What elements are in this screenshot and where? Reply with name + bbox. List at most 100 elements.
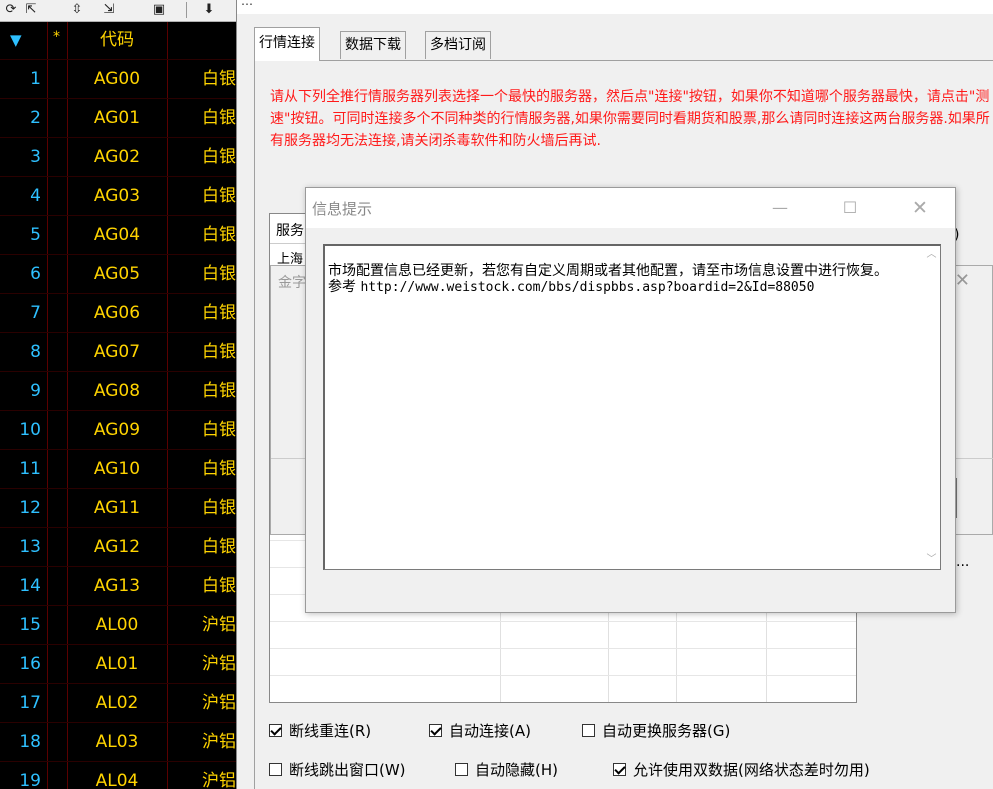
row-star	[47, 216, 67, 255]
table-row[interactable]: 5 AG04 白银	[0, 215, 236, 254]
row-name: 沪铝	[202, 654, 236, 674]
row-star	[47, 255, 67, 294]
row-number: 2	[30, 108, 41, 128]
info-dialog-title: 信息提示	[312, 200, 373, 218]
table-row[interactable]: 19 AL04 沪铝	[0, 761, 236, 789]
tab-data-download[interactable]: 数据下载	[340, 31, 406, 59]
info-dialog: 信息提示 — ☐ ✕ 市场配置信息已经更新，若您有自定义周期或者其他配置，请至市…	[305, 187, 956, 613]
checkbox-icon[interactable]	[613, 763, 626, 776]
table-row[interactable]: 1 AG00 白银	[0, 59, 236, 98]
table-row[interactable]: 8 AG07 白银	[0, 332, 236, 371]
table-row[interactable]: 2 AG01 白银	[0, 98, 236, 137]
sort-arrow-icon[interactable]: ▼	[10, 22, 22, 59]
row-star	[47, 294, 67, 333]
option-checkbox[interactable]: 允许使用双数据(网络状态差时勿用)	[613, 760, 870, 780]
option-checkbox[interactable]: 自动连接(A)	[429, 721, 531, 741]
scroll-down-icon[interactable]: ﹀	[923, 551, 940, 568]
option-checkbox[interactable]: 自动更换服务器(G)	[582, 721, 730, 741]
row-number: 12	[19, 498, 41, 518]
row-code: AG05	[93, 264, 141, 284]
checkbox-icon[interactable]	[455, 763, 468, 776]
tab-quote-connect[interactable]: 行情连接	[254, 27, 320, 61]
checkbox-icon[interactable]	[269, 763, 282, 776]
message-url: http://www.weistock.com/bbs/dispbbs.asp?…	[360, 280, 815, 295]
option-checkbox[interactable]: 断线重连(R)	[269, 721, 371, 741]
row-star	[47, 645, 67, 684]
table-row[interactable]: 12 AG11 白银	[0, 488, 236, 527]
column-icon[interactable]: ⇳	[68, 1, 86, 19]
header-code[interactable]: 代码	[67, 22, 167, 59]
row-number: 3	[30, 147, 41, 167]
table-row[interactable]: 15 AL00 沪铝	[0, 605, 236, 644]
row-name: 白银	[202, 576, 236, 596]
row-name: 白银	[202, 420, 236, 440]
row-star	[47, 762, 67, 789]
table-row[interactable]: 7 AG06 白银	[0, 293, 236, 332]
table-row[interactable]: 16 AL01 沪铝	[0, 644, 236, 683]
row-name: 沪铝	[202, 771, 236, 789]
row-name: 白银	[202, 69, 236, 89]
minimize-icon[interactable]: —	[757, 194, 803, 222]
row-name: 白银	[202, 225, 236, 245]
option-checkbox[interactable]: 断线跳出窗口(W)	[269, 760, 406, 780]
scroll-up-icon[interactable]: ︿	[923, 246, 940, 263]
table-row[interactable]: 13 AG12 白银	[0, 527, 236, 566]
row-code: AG11	[93, 498, 141, 518]
close-icon[interactable]: ✕	[955, 270, 970, 291]
refresh-icon[interactable]: ⟳	[2, 1, 20, 19]
checkbox-label: 自动隐藏(H)	[475, 761, 558, 779]
message-textarea[interactable]: 市场配置信息已经更新，若您有自定义周期或者其他配置，请至市场信息设置中进行恢复。…	[323, 244, 941, 570]
close-icon[interactable]: ✕	[897, 194, 943, 222]
table-row[interactable]: 6 AG05 白银	[0, 254, 236, 293]
table-row[interactable]: 4 AG03 白银	[0, 176, 236, 215]
row-number: 18	[19, 732, 41, 752]
message-text: 市场配置信息已经更新，若您有自定义周期或者其他配置，请至市场信息设置中进行恢复。…	[328, 263, 888, 295]
row-code: AG10	[93, 459, 141, 479]
row-star	[47, 333, 67, 372]
maximize-icon[interactable]: ☐	[827, 194, 873, 222]
header-star[interactable]: *	[53, 22, 60, 59]
grid-header: ▼ * 代码	[0, 22, 236, 59]
table-row[interactable]: 11 AG10 白银	[0, 449, 236, 488]
table-row[interactable]: 18 AL03 沪铝	[0, 722, 236, 761]
row-name: 白银	[202, 303, 236, 323]
checkbox-icon[interactable]	[429, 724, 442, 737]
row-number: 11	[19, 459, 41, 479]
table-row[interactable]: 17 AL02 沪铝	[0, 683, 236, 722]
row-number: 15	[19, 615, 41, 635]
option-checkbox[interactable]: 自动隐藏(H)	[455, 760, 558, 780]
row-code: AG00	[93, 69, 141, 89]
row-number: 5	[30, 225, 41, 245]
row-name: 白银	[202, 147, 236, 167]
checkbox-icon[interactable]	[582, 724, 595, 737]
table-row[interactable]: 3 AG02 白银	[0, 137, 236, 176]
row-code: AL01	[95, 654, 139, 674]
row-code: AG02	[93, 147, 141, 167]
table-row[interactable]: 9 AG08 白银	[0, 371, 236, 410]
info-dialog-titlebar[interactable]: 信息提示 — ☐ ✕	[306, 188, 955, 228]
checkbox-icon[interactable]	[269, 724, 282, 737]
row-code: AL03	[95, 732, 139, 752]
row-number: 14	[19, 576, 41, 596]
window-icon[interactable]: ▣	[150, 1, 168, 19]
row-code: AG01	[93, 108, 141, 128]
row-number: 10	[19, 420, 41, 440]
row-number: 19	[19, 771, 41, 789]
row-star	[47, 177, 67, 216]
row-star	[47, 138, 67, 177]
export-icon[interactable]: ⇱	[22, 1, 40, 19]
textarea-scrollbar[interactable]: ︿ ﹀	[923, 246, 940, 568]
row-star	[47, 567, 67, 606]
table-row[interactable]: 14 AG13 白银	[0, 566, 236, 605]
row-name: 白银	[202, 342, 236, 362]
row-number: 13	[19, 537, 41, 557]
row-number: 16	[19, 654, 41, 674]
row-name: 沪铝	[202, 693, 236, 713]
row-code: AG04	[93, 225, 141, 245]
copy-icon[interactable]: ⇲	[100, 1, 118, 19]
tab-depth-subscribe[interactable]: 多档订阅	[425, 31, 491, 59]
checkbox-label: 允许使用双数据(网络状态差时勿用)	[633, 761, 870, 779]
table-row[interactable]: 10 AG09 白银	[0, 410, 236, 449]
row-code: AG12	[93, 537, 141, 557]
sort-down-icon[interactable]: ⬇	[200, 1, 218, 19]
